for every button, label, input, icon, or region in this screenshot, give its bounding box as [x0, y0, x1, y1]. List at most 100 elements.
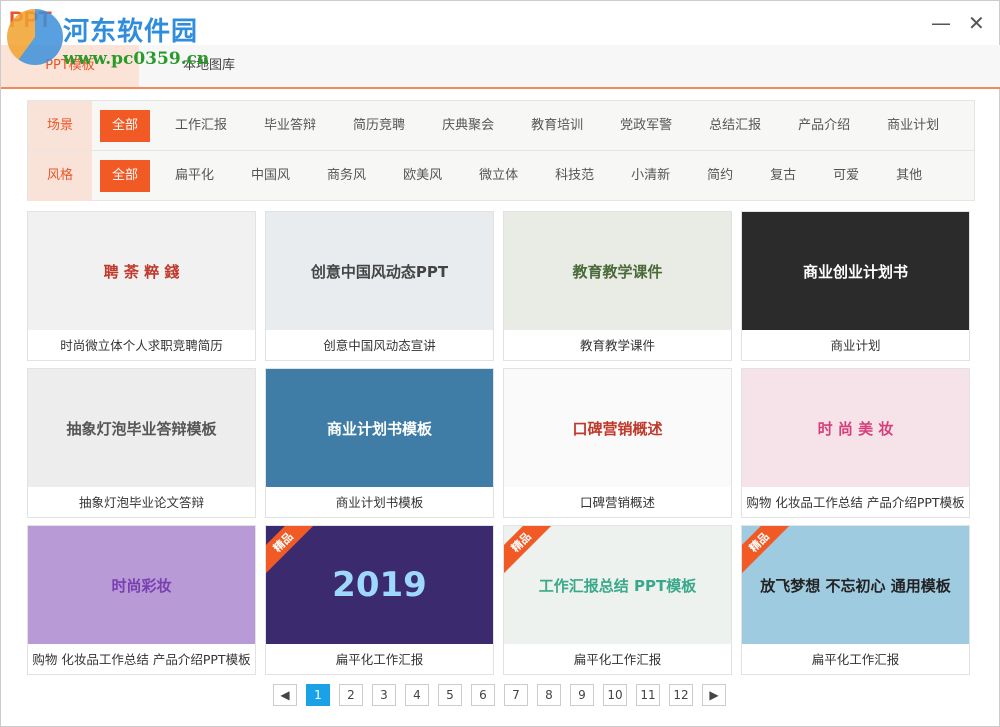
style-filter-item[interactable]: 复古: [758, 160, 808, 192]
template-thumbnail[interactable]: 聘 荼 粹 錢: [28, 212, 255, 330]
scene-filter-item[interactable]: 商业计划: [875, 110, 951, 142]
watermark-logo-icon: [7, 9, 63, 65]
template-card[interactable]: 放飞梦想 不忘初心 通用模板 精品扁平化工作汇报: [741, 525, 970, 675]
template-card[interactable]: 2019 精品扁平化工作汇报: [265, 525, 494, 675]
template-card[interactable]: 商业创业计划书商业计划: [741, 211, 970, 361]
premium-badge: 精品: [266, 526, 315, 574]
filter-panel: 场景 全部 工作汇报 毕业答辩 简历竞聘 庆典聚会 教育培训 党政军警 总结汇报 产品介绍 商业计…: [27, 100, 975, 201]
page-button[interactable]: 2: [339, 684, 363, 706]
template-thumbnail[interactable]: 商业计划书模板: [266, 369, 493, 487]
scene-filter-item[interactable]: 工作汇报: [163, 110, 239, 142]
template-card[interactable]: 创意中国风动态PPT 创意中国风动态宣讲: [265, 211, 494, 361]
title-bar: PPT 河东软件园 — ✕: [1, 1, 1000, 65]
scene-filter-item[interactable]: 全部: [100, 109, 151, 142]
watermark: 河东软件园: [63, 17, 199, 47]
template-card[interactable]: 口碑营销概述 口碑营销概述: [503, 368, 732, 518]
page-button[interactable]: 5: [438, 684, 462, 706]
template-title: 口碑营销概述: [579, 495, 655, 510]
premium-badge: 精品: [742, 526, 791, 574]
page-button[interactable]: 6: [471, 684, 495, 706]
style-label: 风格: [28, 151, 92, 201]
scene-filter-row: 场景 全部 工作汇报 毕业答辩 简历竞聘 庆典聚会 教育培训 党政军警 总结汇报 产品介绍 商业计…: [28, 101, 974, 151]
thumbnail-text: 口碑营销概述: [572, 419, 663, 438]
style-filter-item[interactable]: 简约: [695, 160, 745, 192]
scene-filter-item[interactable]: 党政军警: [608, 110, 684, 142]
template-thumbnail[interactable]: 2019 精品: [266, 526, 493, 644]
template-title: 创意中国风动态宣讲: [323, 338, 436, 353]
page-button[interactable]: 11: [636, 684, 660, 706]
thumbnail-text: 聘 荼 粹 錢: [103, 262, 180, 281]
style-filter-item[interactable]: 全部: [100, 160, 151, 192]
minimize-button[interactable]: —: [931, 11, 951, 35]
template-card[interactable]: 聘 荼 粹 錢时尚微立体个人求职竞聘简历: [27, 211, 256, 361]
style-filter-item[interactable]: 欧美风: [391, 160, 454, 192]
style-filter-item[interactable]: 其他: [884, 160, 934, 192]
watermark-url: www.pc0359.cn: [63, 49, 210, 69]
template-thumbnail[interactable]: 教育教学课件: [504, 212, 731, 330]
template-title: 商业计划: [830, 338, 881, 353]
template-title: 扁平化工作汇报: [573, 652, 662, 667]
style-filter-item[interactable]: 可爱: [821, 160, 871, 192]
scene-filter-item[interactable]: 毕业答辩: [252, 110, 328, 142]
page-button[interactable]: 12: [669, 684, 693, 706]
template-card[interactable]: 商业计划书模板 商业计划书模板: [265, 368, 494, 518]
template-thumbnail[interactable]: 放飞梦想 不忘初心 通用模板 精品: [742, 526, 969, 644]
template-card[interactable]: 抽象灯泡毕业答辩模板抽象灯泡毕业论文答辩: [27, 368, 256, 518]
page-button[interactable]: 7: [504, 684, 528, 706]
thumbnail-text: 工作汇报总结 PPT模板: [538, 576, 697, 595]
template-thumbnail[interactable]: 工作汇报总结 PPT模板 精品: [504, 526, 731, 644]
style-filter-item[interactable]: 微立体: [467, 160, 530, 192]
template-title: 扁平化工作汇报: [335, 652, 424, 667]
style-filter-item[interactable]: 商务风: [315, 160, 378, 192]
page-button[interactable]: 8: [537, 684, 561, 706]
template-grid: 聘 荼 粹 錢时尚微立体个人求职竞聘简历 创意中国风动态PPT 创意中国风动态宣讲 教…: [27, 211, 970, 675]
scene-filter-item[interactable]: 产品介绍: [786, 110, 862, 142]
page-button[interactable]: 3: [372, 684, 396, 706]
style-filter-row: 风格 全部 扁平化 中国风 商务风 欧美风 微立体 科技范 小清新 简约 复古 可爱 其他: [28, 151, 974, 201]
template-card[interactable]: 时尚彩妆购物 化妆品工作总结 产品介绍PPT模板: [27, 525, 256, 675]
template-thumbnail[interactable]: 创意中国风动态PPT: [266, 212, 493, 330]
premium-badge: 精品: [504, 526, 553, 574]
template-thumbnail[interactable]: 抽象灯泡毕业答辩模板: [28, 369, 255, 487]
scene-label: 场景: [28, 101, 92, 150]
thumbnail-text: 抽象灯泡毕业答辩模板: [66, 419, 217, 438]
style-filter-item[interactable]: 中国风: [239, 160, 302, 192]
style-filter-item[interactable]: 小清新: [619, 160, 682, 192]
template-card[interactable]: 工作汇报总结 PPT模板 精品扁平化工作汇报: [503, 525, 732, 675]
template-title: 教育教学课件: [579, 338, 655, 353]
page-button[interactable]: 4: [405, 684, 429, 706]
template-title: 购物 化妆品工作总结 产品介绍PPT模板: [746, 495, 965, 510]
template-title: 商业计划书模板: [335, 495, 424, 510]
thumbnail-text: 商业创业计划书: [802, 262, 908, 281]
scene-filter-item[interactable]: 庆典聚会: [430, 110, 506, 142]
thumbnail-text: 创意中国风动态PPT: [310, 262, 449, 281]
scene-filter-item[interactable]: 简历竞聘: [341, 110, 417, 142]
style-filter-item[interactable]: 科技范: [543, 160, 606, 192]
thumbnail-text: 2019: [332, 565, 427, 605]
thumbnail-text: 教育教学课件: [572, 262, 663, 281]
page-button[interactable]: 9: [570, 684, 594, 706]
template-card[interactable]: 时 尚 美 妆购物 化妆品工作总结 产品介绍PPT模板: [741, 368, 970, 518]
template-title: 时尚微立体个人求职竞聘简历: [60, 338, 223, 353]
page-button[interactable]: 1: [306, 684, 330, 706]
thumbnail-text: 时尚彩妆: [111, 576, 172, 595]
template-thumbnail[interactable]: 口碑营销概述: [504, 369, 731, 487]
close-button[interactable]: ✕: [968, 11, 985, 35]
template-thumbnail[interactable]: 时尚彩妆: [28, 526, 255, 644]
template-card[interactable]: 教育教学课件 教育教学课件: [503, 211, 732, 361]
thumbnail-text: 放飞梦想 不忘初心 通用模板: [760, 576, 951, 595]
template-thumbnail[interactable]: 商业创业计划书: [742, 212, 969, 330]
thumbnail-text: 时 尚 美 妆: [817, 419, 894, 438]
pagination: ◀ 1 2 3 4 5 6 7 8 9 10 11 12 ▶: [273, 684, 726, 706]
scene-filter-item[interactable]: 总结汇报: [697, 110, 773, 142]
prev-page-button[interactable]: ◀: [273, 684, 297, 706]
page-button[interactable]: 10: [603, 684, 627, 706]
template-title: 购物 化妆品工作总结 产品介绍PPT模板: [32, 652, 251, 667]
next-page-button[interactable]: ▶: [702, 684, 726, 706]
scene-filter-item[interactable]: 教育培训: [519, 110, 595, 142]
style-filter-item[interactable]: 扁平化: [163, 160, 226, 192]
template-thumbnail[interactable]: 时 尚 美 妆: [742, 369, 969, 487]
thumbnail-text: 商业计划书模板: [326, 419, 432, 438]
template-title: 扁平化工作汇报: [811, 652, 900, 667]
template-title: 抽象灯泡毕业论文答辩: [78, 495, 204, 510]
